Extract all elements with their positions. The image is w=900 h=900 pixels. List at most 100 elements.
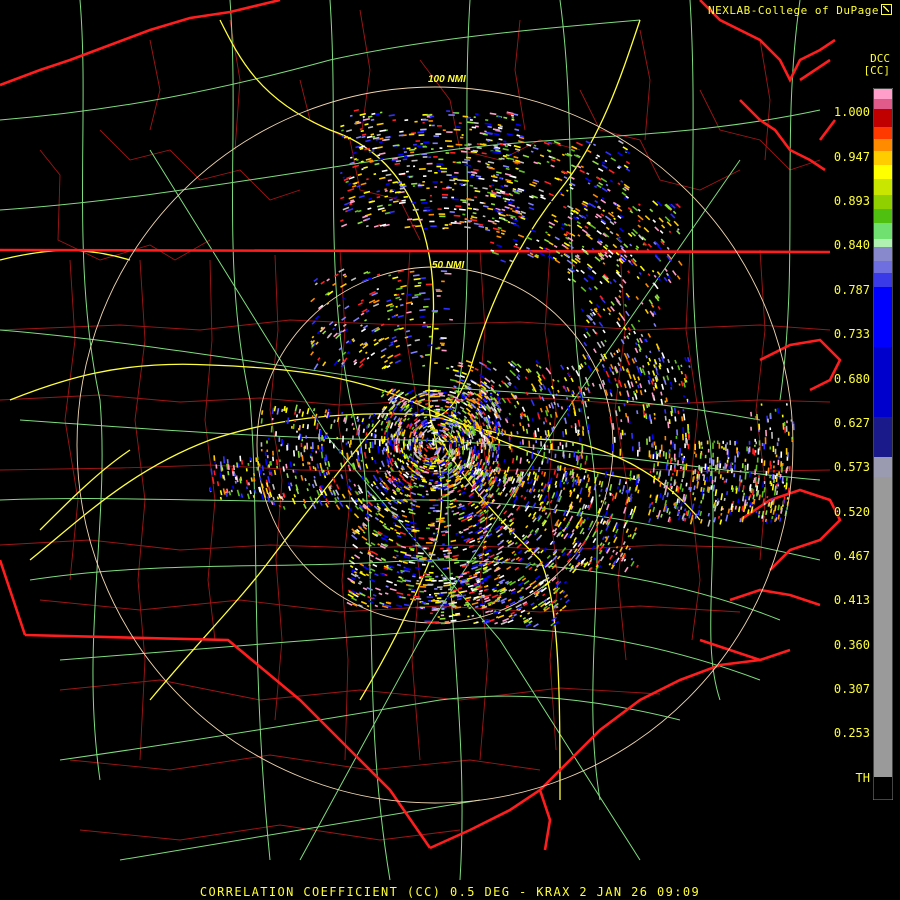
- echo-gate: [366, 490, 372, 496]
- echo-gate: [680, 364, 683, 368]
- echo-gate: [426, 208, 433, 211]
- echo-gate: [403, 195, 409, 198]
- echo-gate: [409, 318, 414, 321]
- echo-gate: [389, 587, 397, 592]
- echo-gate: [398, 469, 403, 475]
- scale-tick: TH: [855, 771, 870, 785]
- echo-gate: [392, 443, 395, 450]
- echo-gate: [559, 465, 562, 471]
- echo-gate: [454, 171, 459, 174]
- echo-gate: [404, 119, 409, 122]
- echo-gate: [647, 361, 650, 366]
- echo-gate: [388, 473, 392, 477]
- echo-gate: [453, 128, 461, 131]
- echo-gate: [422, 118, 429, 121]
- echo-gate: [327, 332, 333, 338]
- echo-gate: [392, 181, 398, 184]
- echo-gate: [702, 473, 704, 477]
- echo-gate: [378, 141, 383, 144]
- echo-gate: [635, 296, 640, 301]
- echo-gate: [604, 510, 608, 517]
- echo-gate: [354, 209, 359, 213]
- echo-gate: [637, 489, 640, 494]
- echo-gate: [638, 446, 641, 452]
- echo-gate: [489, 609, 494, 613]
- echo-gate: [275, 431, 277, 437]
- echo-gate: [272, 450, 274, 456]
- echo-gate: [347, 187, 355, 192]
- echo-gate: [410, 151, 415, 154]
- echo-gate: [643, 415, 646, 418]
- echo-gate: [366, 604, 370, 608]
- echo-gate: [628, 384, 632, 389]
- echo-gate: [601, 187, 608, 193]
- echo-gate: [376, 204, 383, 208]
- echo-gate: [398, 153, 404, 156]
- echo-gate: [584, 535, 590, 541]
- echo-gate: [681, 460, 684, 464]
- echo-gate: [582, 430, 585, 436]
- echo-gate: [496, 504, 501, 510]
- echo-gate: [670, 476, 673, 481]
- echo-gate: [620, 419, 623, 423]
- echo-gate: [527, 555, 533, 560]
- echo-gate: [749, 502, 752, 506]
- echo-gate: [482, 422, 486, 427]
- echo-gate: [544, 417, 548, 423]
- echo-gate: [716, 440, 719, 445]
- echo-gate: [609, 230, 614, 235]
- echo-gate: [584, 327, 588, 331]
- echo-gate: [485, 162, 488, 165]
- echo-gate: [393, 583, 398, 586]
- echo-gate: [515, 243, 518, 246]
- echo-gate: [659, 481, 662, 487]
- echo-gate: [573, 451, 576, 458]
- echo-gate: [639, 390, 643, 396]
- echo-gate: [392, 200, 399, 203]
- echo-gate: [405, 329, 411, 333]
- echo-gate: [543, 494, 548, 502]
- echo-gate: [657, 277, 662, 282]
- echo-gate: [450, 365, 454, 368]
- expand-icon[interactable]: [881, 4, 892, 15]
- echo-gate: [472, 524, 477, 528]
- echo-gate: [602, 329, 606, 334]
- echo-gate: [353, 500, 358, 506]
- echo-gate: [625, 167, 631, 172]
- echo-gate: [396, 579, 403, 583]
- echo-gate: [428, 120, 433, 122]
- echo-gate: [534, 568, 538, 572]
- echo-gate: [555, 393, 558, 397]
- echo-gate: [456, 597, 462, 601]
- echo-gate: [372, 593, 377, 597]
- echo-gate: [500, 620, 508, 625]
- echo-gate: [227, 470, 230, 476]
- echo-gate: [330, 423, 333, 430]
- echo-gate: [461, 506, 466, 511]
- echo-gate: [219, 472, 223, 479]
- echo-gate: [396, 591, 404, 595]
- echo-gate: [428, 400, 431, 403]
- echo-gate: [648, 518, 652, 523]
- echo-gate: [651, 370, 656, 376]
- radar-map[interactable]: 100 NMI 50 NMI: [0, 0, 900, 900]
- echo-gate: [531, 418, 534, 422]
- echo-gate: [779, 473, 782, 478]
- echo-gate: [674, 359, 678, 364]
- echo-gate: [584, 400, 588, 408]
- echo-gate: [437, 392, 444, 395]
- echo-gate: [384, 189, 388, 192]
- echo-gate: [741, 490, 744, 493]
- echo-gate: [536, 598, 540, 601]
- echo-gate: [406, 165, 410, 167]
- echo-gate: [514, 541, 518, 545]
- echo-gate: [425, 283, 433, 286]
- echo-gate: [787, 431, 790, 436]
- echo-gate: [339, 171, 343, 175]
- echo-gate: [449, 378, 458, 382]
- echo-gate: [516, 431, 519, 435]
- echo-gate: [431, 310, 439, 312]
- echo-gate: [723, 497, 726, 502]
- echo-gate: [620, 432, 623, 440]
- echo-gate: [590, 308, 594, 312]
